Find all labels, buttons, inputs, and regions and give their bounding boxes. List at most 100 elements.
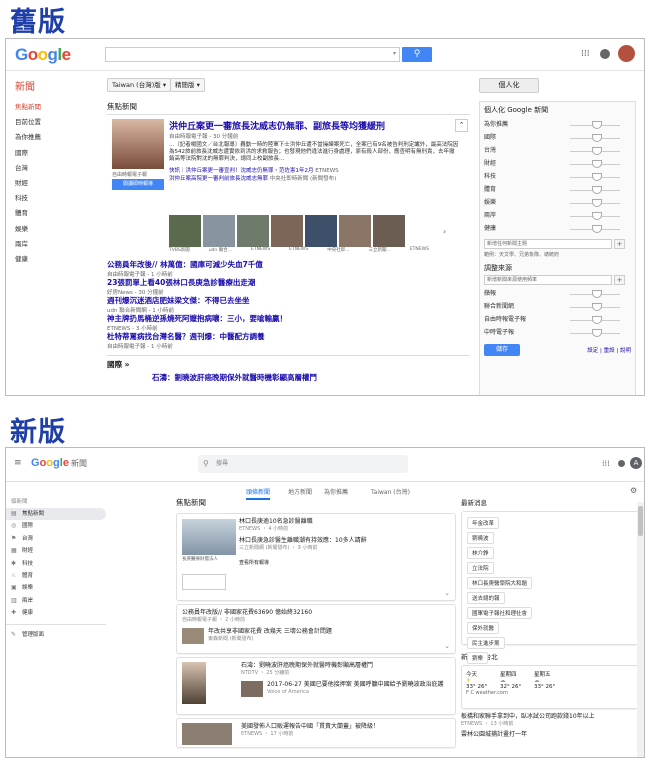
sidebar-item[interactable]: 目前位置: [15, 116, 95, 131]
sidebar-item-top[interactable]: ▤ 焦點新聞: [6, 508, 106, 521]
story-photo[interactable]: [182, 662, 206, 704]
thumb[interactable]: [241, 681, 263, 697]
sidebar-item[interactable]: 娛樂: [15, 223, 95, 238]
add-topic-input[interactable]: 新增任何新聞主題 +: [484, 239, 625, 249]
lead-photo[interactable]: [112, 119, 164, 169]
latest-chip[interactable]: 年金改革: [467, 517, 500, 529]
story-title[interactable]: 杜特蒂罵病找台灣名醫？週刊爆：中醫配方調養: [107, 331, 470, 342]
topic-slider[interactable]: 台灣: [484, 145, 631, 158]
tab-headlines[interactable]: 頭條新聞: [246, 487, 271, 500]
search-button[interactable]: ⚲: [402, 47, 432, 62]
google-news-logo[interactable]: Google 新聞: [31, 457, 87, 469]
sidebar-item[interactable]: ✱ 科技: [6, 558, 106, 570]
collapse-icon[interactable]: ⌃: [455, 119, 468, 132]
scrollbar[interactable]: [637, 502, 644, 757]
avatar[interactable]: A: [630, 457, 642, 469]
search-input[interactable]: ▾: [105, 47, 400, 62]
sidebar-item[interactable]: 體育: [15, 207, 95, 222]
sidebar-item[interactable]: ▣ 娛樂: [6, 582, 106, 594]
chevron-right-icon[interactable]: ›: [443, 227, 446, 236]
thumb[interactable]: [339, 215, 371, 247]
thumb[interactable]: [182, 628, 204, 644]
source-slider[interactable]: 中時電子報: [484, 327, 631, 340]
related-title[interactable]: 年改共享非國家花費 改幾天 三壞公務會計問題: [208, 628, 332, 636]
story-card[interactable]: 美國發佈人口販運報告中國「貫責大蘭蓋」被降級！ ETNEWS ・ 17 小時前: [176, 718, 456, 748]
sidebar-item[interactable]: 台灣: [15, 162, 95, 177]
sidebar-item[interactable]: 健康: [15, 253, 95, 268]
story-photo[interactable]: [182, 519, 236, 555]
save-button[interactable]: 儲存: [484, 344, 520, 356]
story-title[interactable]: 公務員年改版// 非國家花費63690 億始終32160: [182, 609, 442, 617]
intl-heading[interactable]: 國際 »: [107, 359, 470, 372]
apps-icon[interactable]: ⁞⁞⁞: [581, 49, 590, 59]
latest-chip[interactable]: 送去總的報: [467, 592, 505, 604]
add-icon[interactable]: +: [614, 275, 625, 285]
notifications-icon[interactable]: [600, 49, 610, 59]
thumb[interactable]: [237, 215, 269, 247]
latest-chip[interactable]: 林介錚: [467, 547, 494, 559]
manage-sections[interactable]: ✎ 管理版面: [6, 629, 106, 641]
sidebar-item[interactable]: 科技: [15, 192, 95, 207]
google-logo[interactable]: Google: [15, 45, 71, 65]
topic-slider[interactable]: 健康: [484, 223, 631, 236]
related-title[interactable]: 林口長庚急診醫生離職潮有持效應：10多人請辭: [239, 537, 449, 545]
topic-slider[interactable]: 兩岸: [484, 210, 631, 223]
sidebar-item[interactable]: ◎ 國際: [6, 520, 106, 532]
edition-select[interactable]: Taiwan (台灣)版 ▾: [107, 78, 172, 92]
lead-title[interactable]: 洪仲丘案更一審旅長沈威志仍無罪、副旅長等均獲緩刑: [169, 119, 459, 132]
settings-link[interactable]: 設定: [587, 348, 598, 354]
topic-slider[interactable]: 財經: [484, 158, 631, 171]
story-card[interactable]: 長庚醫療財團法人 林口長庚逾10名急診醫離職 ETNEWS ・ 4 小時前 林口…: [176, 513, 456, 601]
gear-icon[interactable]: ⚙: [630, 486, 637, 495]
latest-chip[interactable]: 民主進步黨: [467, 637, 505, 649]
dropdown-icon[interactable]: ▾: [393, 50, 396, 57]
related-link[interactable]: 洪仲丘案高院更一審判前旅長沈威志無罪: [169, 176, 268, 182]
sidebar-item[interactable]: ▥ 兩岸: [6, 595, 106, 607]
topic-slider[interactable]: 娛樂: [484, 197, 631, 210]
latest-chip[interactable]: 保外就醫: [467, 622, 500, 634]
sidebar-item[interactable]: ▦ 財經: [6, 545, 106, 557]
weather-card[interactable]: 今天 ☀ 33° 26° 星期四 ☁ 32° 26° 星期五 ☁ 33° 26° F C w…: [461, 665, 641, 709]
news-label[interactable]: 新聞: [15, 78, 35, 93]
menu-icon[interactable]: ≡: [14, 458, 22, 468]
thumb[interactable]: [305, 215, 337, 247]
story-card[interactable]: 石濤：劉曉波肝癌晚期保外就醫時機彰顯高層權鬥 NTDTV ・ 25 分鐘前 20…: [176, 657, 456, 715]
thumb[interactable]: [271, 215, 303, 247]
topic-slider[interactable]: 國際: [484, 132, 631, 145]
add-source-input[interactable]: 新增新聞來源使用頻率 +: [484, 275, 625, 285]
latest-chip[interactable]: 劉曉波: [467, 532, 494, 544]
story-title[interactable]: 美國發佈人口販運報告中國「貫責大蘭蓋」被降級！: [241, 723, 449, 731]
story-title[interactable]: 板橋和家聯手拿到中，臥冰試公司跑款錢10年以上: [461, 713, 641, 721]
story-photo[interactable]: [182, 723, 232, 745]
topic-slider[interactable]: 為你推薦: [484, 119, 631, 132]
story-title[interactable]: 林口長庚逾10名急診醫離職: [239, 518, 449, 526]
thumb[interactable]: [169, 215, 201, 247]
sidebar-item[interactable]: 財經: [15, 177, 95, 192]
scrollbar-thumb[interactable]: [638, 506, 643, 536]
latest-chip[interactable]: 立法院: [467, 562, 494, 574]
thumb[interactable]: [203, 215, 235, 247]
sidebar-item[interactable]: ✚ 健康: [6, 607, 106, 619]
intl-story[interactable]: 石濤：劉曉波肝癌晚期保外就醫時機彰顯高層權鬥: [152, 372, 470, 383]
related-title[interactable]: 2017-06-27 美國已要他接押案 美國呼籲中國給予劉曉波政治庇護: [267, 681, 444, 689]
apps-icon[interactable]: ⁞⁞⁞: [602, 459, 610, 468]
story-title[interactable]: 23張罰單上看40張林口長庚急診醫療出走潮: [107, 277, 470, 288]
story-title[interactable]: 神主牌扔馬桶逆孫燒死阿嬤抱病嚷：三小，要嗆輸贏！: [107, 313, 470, 324]
story-title[interactable]: 公務員年改後// 林萬億：國庫可減少失血7千億: [107, 259, 470, 270]
chevron-down-icon[interactable]: ⌄: [444, 589, 450, 597]
avatar[interactable]: [618, 45, 635, 62]
tab-local[interactable]: 地方新聞: [288, 487, 312, 496]
story-card[interactable]: 公務員年改版// 非國家花費63690 億始終32160 自由時報電子報 ・ 2…: [176, 604, 456, 654]
thumb[interactable]: [373, 215, 405, 247]
sidebar-item[interactable]: ♘ 體育: [6, 570, 106, 582]
sidebar-item[interactable]: 國際: [15, 147, 95, 162]
reset-link[interactable]: 重設: [604, 348, 615, 354]
story-title[interactable]: 雲林公園城捕計畫打一年: [461, 731, 641, 739]
source-slider[interactable]: 聯合新聞網: [484, 301, 631, 314]
story-title[interactable]: 週刊爆沉迷酒店肥妹梁文傑：不得已去坐坐: [107, 295, 470, 306]
sidebar-item-top[interactable]: 焦點新聞: [15, 101, 95, 116]
latest-chip[interactable]: 國軍電子報社和理社會: [467, 607, 533, 619]
latest-chip[interactable]: 劉樂: [467, 652, 489, 664]
help-link[interactable]: 說明: [620, 348, 631, 354]
mode-select[interactable]: 精簡版 ▾: [170, 78, 205, 92]
